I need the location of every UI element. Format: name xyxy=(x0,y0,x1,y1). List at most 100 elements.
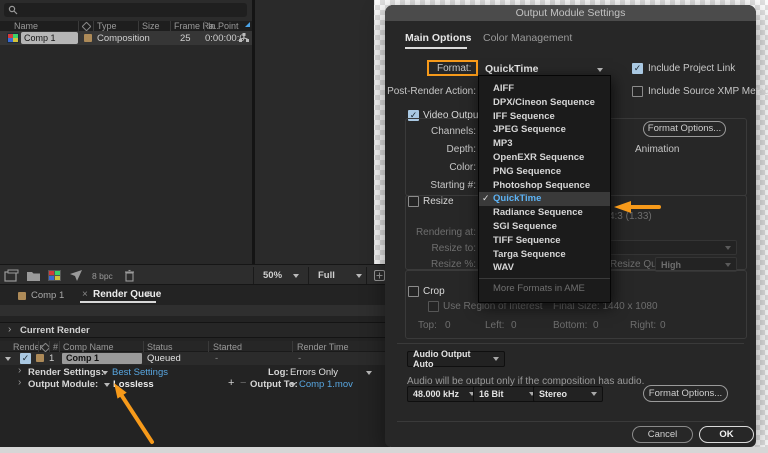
menu-item-png[interactable]: PNG Sequence xyxy=(479,165,610,179)
viewer-panel xyxy=(255,0,374,264)
panel-menu-icon[interactable]: ≡ xyxy=(145,289,151,300)
column-type[interactable]: Type xyxy=(97,21,117,31)
render-checkbox[interactable]: ✓ xyxy=(20,353,31,364)
ok-button[interactable]: OK xyxy=(699,426,754,443)
include-project-link-label: Include Project Link xyxy=(648,63,735,74)
label-color-swatch[interactable] xyxy=(36,354,44,362)
menu-item-sgi[interactable]: SGI Sequence xyxy=(479,220,610,234)
render-settings-link[interactable]: Best Settings xyxy=(112,367,168,378)
current-render-row[interactable]: › Current Render xyxy=(0,322,390,338)
project-search-input[interactable] xyxy=(4,3,247,17)
menu-item-photoshop[interactable]: Photoshop Sequence xyxy=(479,179,610,193)
annotation-arrow-lossless xyxy=(100,378,160,448)
menu-item-wav[interactable]: WAV xyxy=(479,261,610,275)
menu-item-openexr[interactable]: OpenEXR Sequence xyxy=(479,151,610,165)
current-render-label: Current Render xyxy=(20,325,90,336)
output-to-link[interactable]: Comp 1.mov xyxy=(299,379,353,390)
menu-item-mp3[interactable]: MP3 xyxy=(479,137,610,151)
audio-format-options-label: Format Options... xyxy=(649,388,722,399)
output-module-settings-dialog: Output Module Settings Main Options Colo… xyxy=(385,5,756,447)
video-format-options-button[interactable]: Format Options... xyxy=(643,121,726,137)
status-bar: 8 bpc 8 bpc 50% Full xyxy=(0,264,390,285)
starting-number-label: Starting #: xyxy=(385,180,476,191)
queue-table-header: Render # Comp Name Status Started Render… xyxy=(0,341,390,352)
resolution-dropdown[interactable]: Full xyxy=(318,270,335,281)
row-frame-rate: 25 xyxy=(180,33,191,44)
audio-mode-dropdown[interactable]: Audio Output Auto xyxy=(407,351,505,367)
project-settings-icon[interactable] xyxy=(70,270,82,281)
audio-rate-dropdown[interactable]: 48.000 kHz xyxy=(407,386,481,402)
tab-main-options[interactable]: Main Options xyxy=(405,32,472,44)
menu-item-radiance[interactable]: Radiance Sequence xyxy=(479,206,610,220)
column-started[interactable]: Started xyxy=(213,342,242,352)
chevron-down-icon[interactable] xyxy=(290,383,296,387)
menu-item-aiff[interactable]: AIFF xyxy=(479,82,610,96)
menu-item-iff[interactable]: IFF Sequence xyxy=(479,110,610,124)
label-color-swatch[interactable] xyxy=(84,34,92,42)
comp-name-field[interactable]: Comp 1 xyxy=(21,32,78,44)
resize-quality-value: High xyxy=(661,260,681,270)
new-folder-icon[interactable] xyxy=(27,271,40,281)
column-name[interactable]: Name xyxy=(14,21,38,31)
expand-icon[interactable]: › xyxy=(8,324,11,335)
column-number[interactable]: # xyxy=(53,342,58,352)
chevron-down-icon[interactable] xyxy=(102,371,108,375)
cancel-button[interactable]: Cancel xyxy=(632,426,693,443)
audio-channels-value: Stereo xyxy=(539,389,567,399)
tab-color-management[interactable]: Color Management xyxy=(483,32,572,44)
queue-row[interactable]: ✓ 1 Comp 1 Queued - - xyxy=(0,352,390,365)
include-project-link-checkbox[interactable]: ✓ xyxy=(632,63,643,74)
crop-left-label: Left: xyxy=(485,320,504,331)
render-settings-label: Render Settings: xyxy=(28,367,104,378)
interpret-footage-icon[interactable] xyxy=(5,270,18,281)
bpc-label[interactable]: 8 bpc xyxy=(92,271,113,281)
crop-bottom-value: 0 xyxy=(593,320,599,331)
column-status[interactable]: Status xyxy=(147,342,173,352)
project-row-comp1[interactable]: Comp 1 Composition 25 0:00:00:0 xyxy=(0,31,252,45)
column-render-time[interactable]: Render Time xyxy=(297,342,349,352)
zoom-level-dropdown[interactable]: 50% xyxy=(263,270,282,281)
twirl-open-icon[interactable] xyxy=(5,357,11,361)
menu-item-tiff[interactable]: TIFF Sequence xyxy=(479,234,610,248)
menu-item-targa[interactable]: Targa Sequence xyxy=(479,248,610,262)
new-composition-icon[interactable] xyxy=(48,270,61,281)
add-output-module-button[interactable]: + xyxy=(228,377,234,389)
expand-icon[interactable]: › xyxy=(18,377,21,388)
format-dropdown[interactable]: QuickTime xyxy=(485,63,539,75)
sort-indicator-icon xyxy=(245,22,250,27)
resize-checkbox[interactable] xyxy=(408,196,419,207)
expand-icon[interactable]: › xyxy=(18,365,21,376)
row-type: Composition xyxy=(97,33,150,44)
ok-label: OK xyxy=(719,429,733,440)
close-icon[interactable]: × xyxy=(82,289,88,300)
column-size[interactable]: Size xyxy=(142,21,160,31)
menu-item-jpeg[interactable]: JPEG Sequence xyxy=(479,123,610,137)
column-comp-name[interactable]: Comp Name xyxy=(63,342,114,352)
remove-output-module-button[interactable]: − xyxy=(240,377,246,389)
log-dropdown[interactable]: Errors Only xyxy=(290,367,338,378)
column-in-point[interactable]: In Point xyxy=(208,21,239,31)
dialog-title[interactable]: Output Module Settings xyxy=(385,5,756,21)
tab-render-queue[interactable]: Render Queue xyxy=(93,289,161,300)
crop-checkbox[interactable] xyxy=(408,286,419,297)
menu-item-dpx[interactable]: DPX/Cineon Sequence xyxy=(479,96,610,110)
trash-icon[interactable] xyxy=(125,270,134,281)
audio-channels-dropdown[interactable]: Stereo xyxy=(533,386,603,402)
audio-mode-value: Audio Output Auto xyxy=(413,349,493,369)
audio-depth-dropdown[interactable]: 16 Bit xyxy=(473,386,541,402)
grid-options-icon[interactable] xyxy=(374,270,385,281)
tab-comp1[interactable]: Comp 1 xyxy=(31,290,64,301)
menu-item-quicktime-selected[interactable]: ✓ QuickTime xyxy=(479,192,610,206)
audio-format-options-button[interactable]: Format Options... xyxy=(643,385,728,402)
separator xyxy=(397,421,744,422)
chevron-down-icon xyxy=(597,68,603,72)
include-xmp-checkbox[interactable] xyxy=(632,86,643,97)
channels-label: Channels: xyxy=(385,126,476,137)
color-label: Color: xyxy=(385,162,476,173)
comp-tab-color xyxy=(18,292,26,300)
network-icon xyxy=(239,33,249,43)
menu-item-more-formats[interactable]: More Formats in AME xyxy=(479,282,610,296)
queue-comp-name-field[interactable]: Comp 1 xyxy=(62,353,142,364)
annotation-arrow-quicktime xyxy=(611,198,663,216)
chevron-down-icon xyxy=(293,274,299,278)
